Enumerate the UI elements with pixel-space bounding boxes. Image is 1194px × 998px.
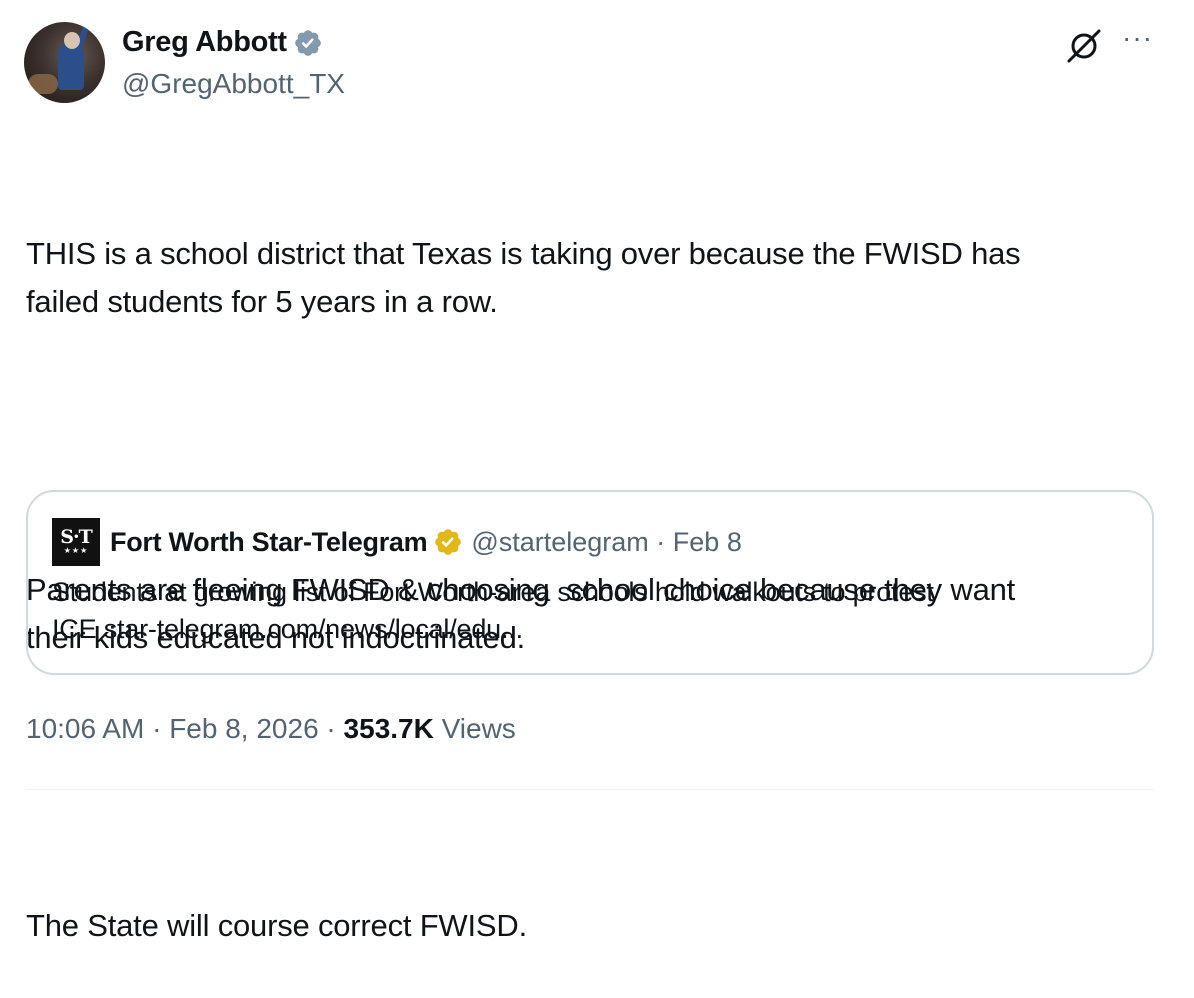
views-label: Views	[433, 713, 516, 744]
author-handle[interactable]: @GregAbbott_TX	[122, 68, 345, 100]
tweet-meta: 10:06 AM · Feb 8, 2026 · 353.7K Views	[26, 713, 516, 745]
author-display-name[interactable]: Greg Abbott	[122, 26, 287, 59]
author-name-row: Greg Abbott	[122, 26, 323, 59]
quoted-author-name[interactable]: Fort Worth Star-Telegram	[110, 527, 428, 558]
tweet-paragraph-3: The State will course correct FWISD.	[26, 908, 527, 943]
logo-stars: ★★★	[63, 546, 89, 555]
quoted-tweet-header: S·T ★★★ Fort Worth Star-Telegram @starte…	[52, 518, 742, 566]
meta-separator: ·	[318, 713, 344, 744]
quoted-tweet-card[interactable]: S·T ★★★ Fort Worth Star-Telegram @starte…	[26, 490, 1154, 675]
star-telegram-logo-icon[interactable]: S·T ★★★	[52, 518, 100, 566]
grok-icon[interactable]	[1064, 26, 1104, 66]
logo-text: S·T	[60, 526, 93, 548]
more-options-icon[interactable]: ···	[1122, 24, 1153, 52]
tweet-time[interactable]: 10:06 AM	[26, 713, 144, 744]
meta-separator: ·	[144, 713, 170, 744]
views-count: 353.7K	[343, 713, 434, 744]
author-avatar[interactable]	[24, 22, 105, 103]
avatar-head	[64, 32, 80, 49]
gold-verified-badge-icon	[435, 529, 462, 555]
tweet-date[interactable]: Feb 8, 2026	[169, 713, 318, 744]
quoted-handle-date[interactable]: @startelegram · Feb 8	[471, 527, 742, 558]
tweet-paragraph-1: THIS is a school district that Texas is …	[26, 236, 1021, 319]
quoted-tweet-text: Students at growing list of Fort Worth-a…	[52, 577, 934, 644]
verified-badge-icon	[294, 29, 321, 56]
divider	[26, 789, 1154, 790]
avatar-crowd	[28, 74, 58, 94]
